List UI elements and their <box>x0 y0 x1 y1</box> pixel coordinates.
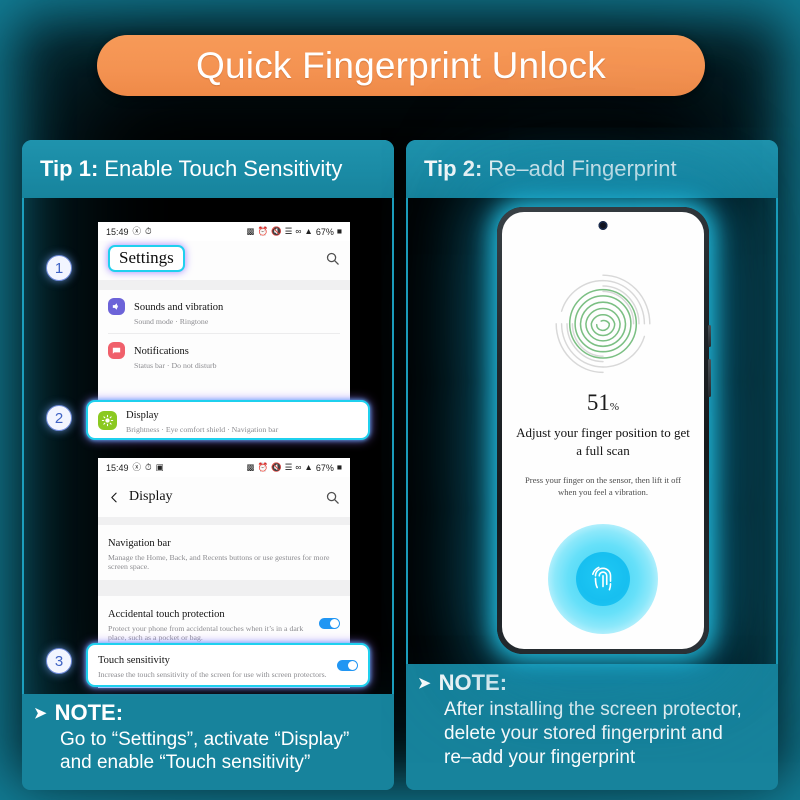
settings-row-sounds[interactable]: Sounds and vibration Sound mode · Ringto… <box>98 290 350 334</box>
row-subtitle: Sound mode · Ringtone <box>134 317 209 326</box>
page-title-banner: Quick Fingerprint Unlock <box>97 35 705 96</box>
accidental-touch-toggle[interactable] <box>319 617 340 629</box>
note-line-3: re–add your fingerprint <box>444 746 636 768</box>
row-title: Accidental touch protection <box>108 608 225 620</box>
signal-bars-icon: ▩ <box>246 462 255 473</box>
display-screen-title: Display <box>129 489 173 504</box>
status-time: 15:49 <box>106 226 129 237</box>
tip-2-label: Tip 2: <box>424 156 483 181</box>
poster-background: Quick Fingerprint Unlock Tip 1: Enable T… <box>0 0 800 800</box>
arrow-right-icon: ➤ <box>418 674 431 692</box>
settings-row-notifications[interactable]: Notifications Status bar · Do not distur… <box>98 334 350 378</box>
alarm-clock-icon: ⏰ <box>257 226 269 237</box>
mute-icon: ⓧ <box>132 462 142 473</box>
tip-2-note: ➤ NOTE: After installing the screen prot… <box>406 664 778 790</box>
note-title-text: NOTE: <box>54 700 124 725</box>
status-time: 15:49 <box>106 462 129 473</box>
page-title: Quick Fingerprint Unlock <box>196 44 606 86</box>
scan-headline: Adjust your finger position to get a ful… <box>516 425 690 458</box>
percent-symbol: % <box>609 401 620 413</box>
wifi-icon: ☰ <box>284 462 293 473</box>
network-icon: ▲ <box>304 462 313 473</box>
row-title: Navigation bar <box>108 538 171 549</box>
list-separator <box>98 280 350 290</box>
mute-speaker-icon: 🔇 <box>271 226 282 237</box>
row-subtitle: Brightness · Eye comfort shield · Naviga… <box>126 425 279 435</box>
display-topbar: Display <box>98 477 350 517</box>
tip-1-label: Tip 1: <box>40 156 99 181</box>
phone-screen: 51% Adjust your finger position to get a… <box>502 212 704 649</box>
row-title: Notifications <box>134 346 189 358</box>
network-icon: ▲ <box>304 226 313 237</box>
row-title: Display <box>126 410 159 422</box>
touch-sensitivity-toggle[interactable] <box>337 659 358 671</box>
fingerprint-sensor-icon <box>592 566 612 591</box>
note-line-2: delete your stored fingerprint and <box>444 722 723 744</box>
tip-2-header: Tip 2: Re–add Fingerprint <box>406 140 778 198</box>
battery-icon: ■ <box>336 462 342 473</box>
note-title-text: NOTE: <box>438 670 508 695</box>
battery-level: 67% <box>315 462 334 473</box>
chevron-left-icon[interactable] <box>108 491 121 504</box>
alarm-icon: ⏱ <box>145 462 152 473</box>
settings-home-screenshot: 15:49 ⓧ ⏱ ▩ ⏰ 🔇 ☰ ∞ ▲ 67% ■ Settings Sou… <box>98 222 350 402</box>
scan-subtext: Press your finger on the sensor, then li… <box>524 475 682 498</box>
sensor-core[interactable] <box>576 552 630 606</box>
step-badge-2: 2 <box>46 405 72 431</box>
row-subtitle: Status bar · Do not disturb <box>134 361 217 371</box>
power-button[interactable] <box>708 359 711 397</box>
scan-progress-percent: 51% <box>502 390 704 416</box>
link-icon: ∞ <box>295 462 302 473</box>
phone-mockup: 51% Adjust your finger position to get a… <box>497 207 711 654</box>
status-bar: 15:49 ⓧ ⏱ ▩ ⏰ 🔇 ☰ ∞ ▲ 67% ■ <box>98 222 350 241</box>
wifi-icon: ☰ <box>284 226 293 237</box>
alarm-icon: ⏱ <box>145 226 152 237</box>
note-heading: ➤ NOTE: <box>22 694 394 728</box>
mute-speaker-icon: 🔇 <box>271 462 282 473</box>
row-subtitle: Increase the touch sensitivity of the sc… <box>98 670 327 680</box>
notification-icon <box>108 342 125 360</box>
front-camera-icon <box>598 221 608 230</box>
mute-icon: ⓧ <box>132 226 142 237</box>
search-icon[interactable] <box>325 490 340 505</box>
settings-screen-title: Settings <box>108 245 185 272</box>
note-heading: ➤ NOTE: <box>406 664 778 698</box>
note-line-1: After installing the screen protector, <box>444 699 742 720</box>
fingerprint-icon <box>555 274 651 374</box>
tip-1-note: ➤ NOTE: Go to “Settings”, activate “Disp… <box>22 694 394 790</box>
note-line-1: Go to “Settings”, activate “Display” <box>60 729 350 750</box>
display-row-touch-sensitivity-highlighted[interactable]: Touch sensitivity Increase the touch sen… <box>86 643 370 687</box>
step-badge-3: 3 <box>46 648 72 674</box>
alarm-clock-icon: ⏰ <box>257 462 269 473</box>
progress-value: 51 <box>586 390 610 415</box>
tip-1-title: Enable Touch Sensitivity <box>104 156 343 181</box>
row-title: Touch sensitivity <box>98 655 170 667</box>
volume-icon <box>108 298 125 315</box>
arrow-right-icon: ➤ <box>34 704 47 722</box>
volume-button[interactable] <box>708 325 711 347</box>
note-line-2: and enable “Touch sensitivity” <box>60 752 311 774</box>
status-bar: 15:49 ⓧ ⏱ ▣ ▩ ⏰ 🔇 ☰ ∞ ▲ 67% ■ <box>98 458 350 477</box>
link-icon: ∞ <box>295 226 302 237</box>
row-subtitle: Manage the Home, Back, and Recents butto… <box>108 553 330 572</box>
display-row-navigation-bar[interactable]: Navigation bar Manage the Home, Back, an… <box>98 525 350 580</box>
battery-level: 67% <box>315 226 334 237</box>
step-badge-1: 1 <box>46 255 72 281</box>
battery-icon: ■ <box>336 226 342 237</box>
row-subtitle: Protect your phone from accidental touch… <box>108 623 304 643</box>
tip-2-title: Re–add Fingerprint <box>488 156 677 181</box>
brightness-icon <box>98 411 117 430</box>
settings-row-display-highlighted[interactable]: Display Brightness · Eye comfort shield … <box>86 400 370 440</box>
search-icon[interactable] <box>325 251 340 266</box>
signal-bars-icon: ▩ <box>246 226 255 237</box>
row-title: Sounds and vibration <box>134 302 224 313</box>
settings-topbar: Settings <box>98 241 350 280</box>
tip-1-header: Tip 1: Enable Touch Sensitivity <box>22 140 394 198</box>
list-separator <box>98 517 350 525</box>
list-separator <box>98 579 350 596</box>
image-icon: ▣ <box>155 462 164 473</box>
fingerprint-sensor-target[interactable] <box>548 524 658 634</box>
